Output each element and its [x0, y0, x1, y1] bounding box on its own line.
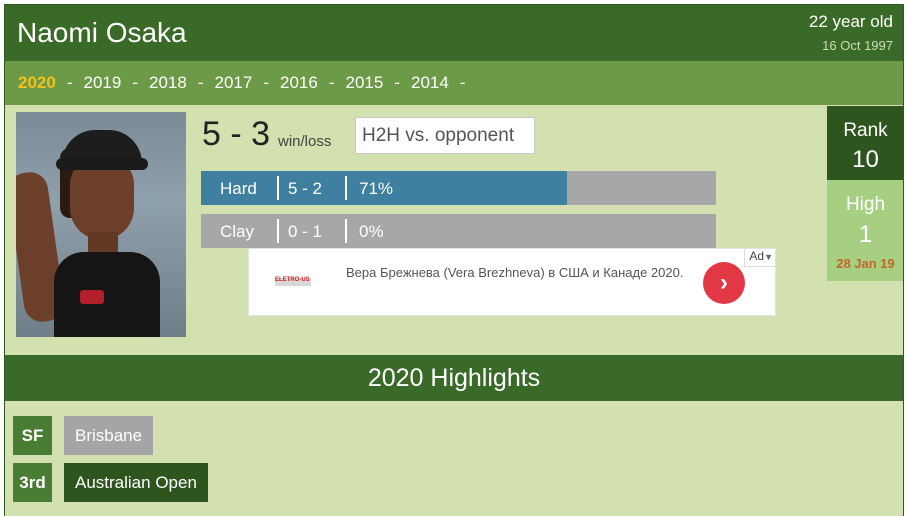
- surface-name: Clay: [220, 222, 255, 241]
- highlight-tournament-link[interactable]: Brisbane: [64, 416, 154, 455]
- year-separator: -: [263, 73, 269, 92]
- photo-visor: [56, 158, 148, 170]
- surface-win-loss: 5 - 2: [288, 179, 323, 198]
- ad-text[interactable]: Вера Брежнева (Vera Brezhneva) в США и К…: [346, 263, 686, 283]
- career-high-box: High 1 28 Jan 19: [827, 180, 903, 281]
- rank-value: 10: [852, 146, 879, 173]
- year-nav: 2020- 2019- 2018- 2017- 2016- 2015- 2014…: [5, 61, 903, 105]
- player-page: Naomi Osaka 22 year old 16 Oct 1997 2020…: [4, 4, 904, 516]
- highlight-tournament-link[interactable]: Australian Open: [64, 463, 208, 502]
- year-separator: -: [328, 73, 335, 92]
- year-separator: -: [197, 73, 204, 92]
- year-separator: -: [394, 73, 400, 92]
- rank-box: Rank 10: [827, 106, 903, 180]
- surface-divider: [277, 219, 279, 243]
- career-high-date: 28 Jan 19: [836, 256, 895, 271]
- win-loss-label: win/loss: [278, 133, 332, 150]
- player-name: Naomi Osaka: [17, 17, 187, 48]
- surface-divider: [345, 219, 347, 243]
- ad-logo-text: ELETRO·US: [275, 277, 310, 283]
- player-photo: [16, 112, 186, 337]
- win-loss-score: 5 - 3: [202, 115, 271, 153]
- surface-bar-hard: Hard 5 - 2 71%: [201, 171, 716, 205]
- surface-divider: [277, 176, 279, 200]
- career-high-label: High: [845, 194, 886, 215]
- year-link-2020[interactable]: 2020: [18, 73, 56, 93]
- year-separator: -: [66, 73, 73, 92]
- chevron-down-icon: ▼: [764, 252, 773, 262]
- surface-divider: [345, 176, 347, 200]
- highlight-round: 3rd: [13, 463, 52, 502]
- year-separator: -: [459, 73, 466, 92]
- highlights-title: 2020 Highlights: [5, 355, 903, 401]
- surface-bar-clay: Clay 0 - 1 0%: [201, 214, 716, 248]
- year-link-2017[interactable]: 2017: [215, 73, 253, 93]
- photo-dress: [54, 252, 160, 337]
- photo-dress-logo: [80, 290, 104, 304]
- year-link-2016[interactable]: 2016: [280, 73, 318, 93]
- ad-badge-label: Ad: [749, 249, 765, 263]
- surface-percent: 0%: [359, 222, 384, 241]
- year-separator: -: [132, 73, 138, 92]
- year-link-2019[interactable]: 2019: [84, 73, 122, 93]
- highlight-round: SF: [13, 416, 52, 455]
- ad-badge[interactable]: Ad▼: [744, 249, 775, 267]
- surface-percent: 71%: [359, 179, 394, 198]
- rank-label: Rank: [843, 120, 888, 141]
- year-link-2014[interactable]: 2014: [411, 73, 449, 93]
- surface-name: Hard: [220, 179, 257, 198]
- player-header: Naomi Osaka 22 year old 16 Oct 1997: [5, 5, 903, 61]
- player-age: 22 year old: [808, 12, 893, 31]
- year-link-2018[interactable]: 2018: [149, 73, 187, 93]
- player-dob: 16 Oct 1997: [822, 38, 893, 53]
- h2h-search-input[interactable]: [355, 117, 535, 154]
- career-high-value: 1: [858, 221, 873, 248]
- year-link-2015[interactable]: 2015: [346, 73, 384, 93]
- ad-banner[interactable]: ELETRO·US Вера Брежнева (Vera Brezhneva)…: [248, 248, 776, 316]
- surface-win-loss: 0 - 1: [288, 222, 323, 241]
- chevron-right-icon[interactable]: ›: [703, 262, 745, 304]
